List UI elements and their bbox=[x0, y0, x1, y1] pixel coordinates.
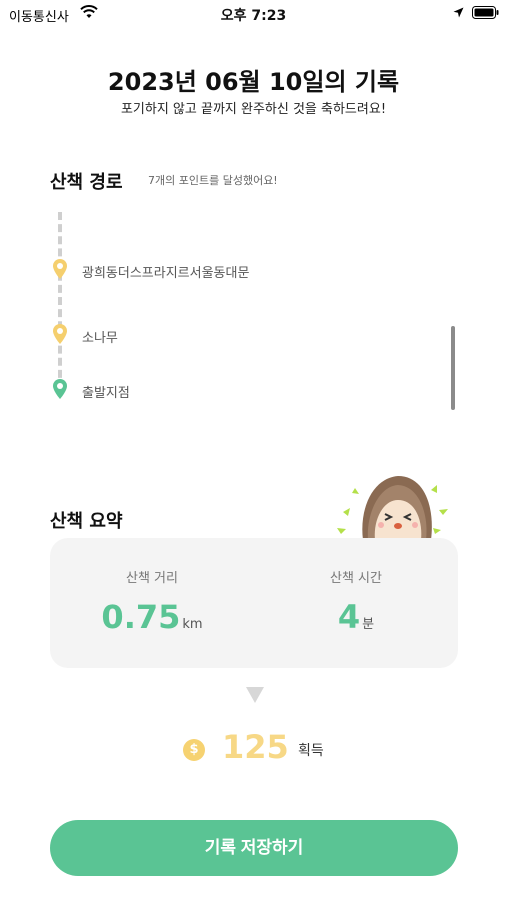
time-label: 산책 시간 bbox=[330, 571, 382, 586]
summary-section-title: 산책 요약 bbox=[50, 511, 123, 532]
time-unit: 분 bbox=[362, 617, 375, 632]
distance-value: 0.75 bbox=[101, 598, 181, 636]
reward-row: $ 125 획득 bbox=[0, 728, 507, 774]
time-value-group: 4분 bbox=[254, 598, 458, 636]
pin-icon bbox=[53, 259, 67, 279]
route-scrollbar[interactable] bbox=[451, 326, 455, 410]
distance-metric: 산책 거리 0.75 km bbox=[50, 538, 254, 668]
reward-label: 획득 bbox=[298, 743, 324, 759]
time-value: 4 bbox=[337, 598, 361, 636]
distance-value-group: 0.75 km bbox=[50, 598, 254, 636]
hedgehog-mascot-icon bbox=[337, 476, 448, 540]
coin-icon: $ bbox=[183, 739, 205, 761]
distance-label: 산책 거리 bbox=[126, 571, 178, 586]
route-dashed-line bbox=[58, 212, 62, 390]
route-summary-text: 7개의 포인트를 달성했어요! bbox=[148, 174, 278, 187]
route-point-label: 소나무 bbox=[82, 331, 118, 346]
route-point-label: 출발지점 bbox=[82, 386, 130, 401]
page-subtitle: 포기하지 않고 끝까지 완주하신 것을 축하드려요! bbox=[120, 102, 387, 117]
status-time: 오후 7:23 bbox=[220, 8, 287, 24]
summary-card: 산책 거리 0.75 km 산책 시간 4분 bbox=[50, 538, 458, 668]
pin-icon bbox=[53, 379, 67, 399]
distance-unit: km bbox=[182, 617, 203, 632]
reward-value: 125 bbox=[222, 728, 289, 766]
location-icon bbox=[453, 7, 464, 18]
pin-icon bbox=[53, 324, 67, 344]
time-metric: 산책 시간 4분 bbox=[254, 538, 458, 668]
page-title: 2023년 06월 10일의 기록 bbox=[107, 68, 400, 96]
battery-icon bbox=[472, 6, 499, 19]
save-record-button[interactable]: 기록 저장하기 bbox=[50, 820, 458, 876]
status-bar: 이동통신사 오후 7:23 bbox=[0, 0, 507, 30]
arrow-down-icon bbox=[246, 687, 264, 703]
route-point-label: 광희동더스프라지르서울동대문 bbox=[82, 266, 250, 281]
route-list[interactable]: 광희동더스프라지르서울동대문 소나무 출발지점 bbox=[45, 212, 465, 412]
route-section-title: 산책 경로 bbox=[50, 172, 123, 193]
